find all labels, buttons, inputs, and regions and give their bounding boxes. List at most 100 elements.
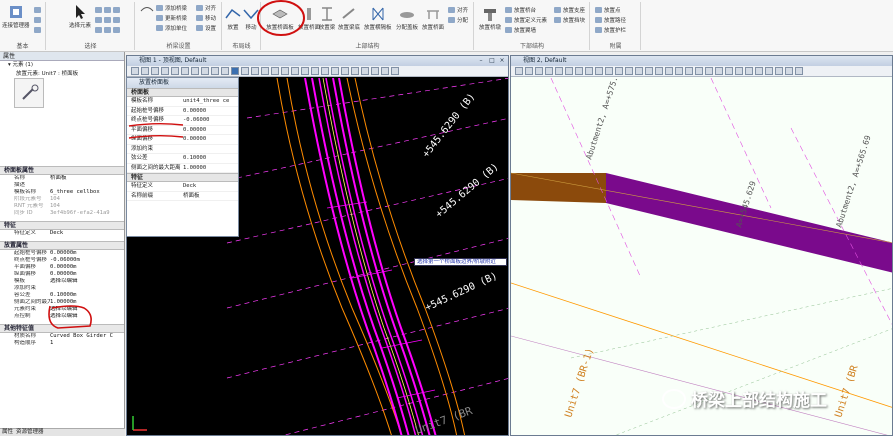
property-row[interactable]: 容公差 0.10000m: [0, 292, 124, 299]
view-tool-icon[interactable]: [181, 67, 189, 75]
place-pier-button[interactable]: 放置桥墩: [479, 6, 501, 31]
property-row[interactable]: 模板 选择以编辑: [0, 278, 124, 285]
view-1-close-button[interactable]: ×: [497, 57, 507, 65]
property-row[interactable]: 特征定义 Deck: [0, 230, 124, 237]
view-tool-icon[interactable]: [565, 67, 573, 75]
property-row[interactable]: 材质名称 Curved Box Girder C: [0, 333, 124, 340]
place-beam-bottom-button[interactable]: 放置梁底: [338, 6, 360, 31]
place-path-item[interactable]: 放置路径: [595, 16, 626, 24]
view-tool-icon[interactable]: [555, 67, 563, 75]
view-tool-icon[interactable]: [595, 67, 603, 75]
property-value[interactable]: 桥面板: [50, 175, 124, 182]
property-value[interactable]: [50, 285, 124, 292]
update-bridge-item[interactable]: 更新桥梁: [156, 14, 187, 22]
view-tool-icon[interactable]: [321, 67, 329, 75]
view-tool-icon[interactable]: [301, 67, 309, 75]
view-tool-icon[interactable]: [585, 67, 593, 75]
view-tool-icon[interactable]: [151, 67, 159, 75]
property-value[interactable]: 0.00000m: [50, 250, 124, 257]
place-bearing-item[interactable]: 放置支座: [554, 6, 585, 14]
property-value[interactable]: -0.06000: [183, 116, 238, 125]
property-row[interactable]: 名称前缀 桥面板: [127, 192, 238, 201]
property-row[interactable]: 阶段元素号 104: [0, 196, 124, 203]
layout-place-button[interactable]: 放置: [224, 6, 242, 31]
select-small-6[interactable]: [113, 26, 122, 34]
place-abutment-item[interactable]: 放置桥台: [505, 6, 536, 14]
view-1-maximize-button[interactable]: □: [487, 57, 497, 65]
property-value[interactable]: Curved Box Girder C: [50, 333, 124, 340]
element-sub[interactable]: 放置元素: Unit7 : 桥面板: [0, 70, 124, 78]
assign-cover-button[interactable]: 分配盖板: [396, 6, 418, 31]
view-tool-icon[interactable]: [695, 67, 703, 75]
view-tool-icon[interactable]: [141, 67, 149, 75]
view-tool-icon[interactable]: [371, 67, 379, 75]
super-align-item[interactable]: 对齐: [448, 6, 468, 14]
property-value[interactable]: [183, 145, 238, 154]
place-block-item[interactable]: 放置挡块: [554, 16, 585, 24]
property-value[interactable]: 0.10000: [183, 154, 238, 163]
place-railing-item[interactable]: 放置护栏: [595, 26, 626, 34]
view-1-minimize-button[interactable]: –: [476, 57, 486, 65]
view-tool-icon[interactable]: [525, 67, 533, 75]
view-tool-icon[interactable]: [725, 67, 733, 75]
view-tool-icon[interactable]: [341, 67, 349, 75]
property-row[interactable]: 添加约束: [127, 145, 238, 154]
view-tool-icon[interactable]: [381, 67, 389, 75]
align-item[interactable]: 对齐: [196, 4, 216, 12]
view-tool-icon[interactable]: [785, 67, 793, 75]
view-tool-icon[interactable]: [281, 67, 289, 75]
property-row[interactable]: 名称 桥面板: [0, 175, 124, 182]
view-tool-icon[interactable]: [615, 67, 623, 75]
view-tool-icon[interactable]: [311, 67, 319, 75]
view-tool-icon[interactable]: [705, 67, 713, 75]
view-tool-icon[interactable]: [211, 67, 219, 75]
dialog-section-deck[interactable]: 桥面板: [127, 88, 238, 97]
tab-properties[interactable]: 属性: [2, 429, 13, 436]
property-value[interactable]: [50, 182, 124, 189]
property-row[interactable]: RNT 元素号 104: [0, 203, 124, 210]
view-tool-icon[interactable]: [765, 67, 773, 75]
view-tool-icon[interactable]: [361, 67, 369, 75]
property-value[interactable]: 0.00000m: [50, 271, 124, 278]
property-value[interactable]: 0.00000: [183, 107, 238, 116]
property-value[interactable]: 桥面板: [183, 192, 238, 201]
view-tool-icon[interactable]: [545, 67, 553, 75]
property-row[interactable]: 侧面之间的最大距离 1.00000: [127, 164, 238, 173]
property-value[interactable]: unit4_three ce: [183, 97, 238, 106]
add-bridge-item[interactable]: 添加桥梁: [156, 4, 187, 12]
section-feature[interactable]: 特征: [0, 221, 124, 230]
select-small-3[interactable]: [95, 26, 113, 34]
select-small-5[interactable]: [113, 16, 122, 24]
view-tool-icon[interactable]: [241, 67, 249, 75]
view-tool-icon[interactable]: [735, 67, 743, 75]
add-unit-item[interactable]: 添加单位: [156, 24, 187, 32]
property-row[interactable]: 起始桩号偏移 0.00000m: [0, 250, 124, 257]
view-tool-icon[interactable]: [685, 67, 693, 75]
tab-explorer[interactable]: 资源管理器: [16, 429, 44, 436]
place-wingwall-item[interactable]: 放置翼墙: [505, 26, 536, 34]
view-tool-icon[interactable]: [795, 67, 803, 75]
view-tool-icon[interactable]: [251, 67, 259, 75]
property-row[interactable]: 模板名称 6_three cellbox: [0, 189, 124, 196]
view-tool-icon[interactable]: [745, 67, 753, 75]
setup-item[interactable]: 设置: [196, 24, 216, 32]
property-value[interactable]: 选择以编辑: [50, 278, 124, 285]
view-tool-icon[interactable]: [645, 67, 653, 75]
view-tool-icon[interactable]: [755, 67, 763, 75]
view-tool-icon[interactable]: [191, 67, 199, 75]
property-value[interactable]: 104: [50, 203, 124, 210]
move-item[interactable]: 移动: [196, 14, 216, 22]
view-tool-icon[interactable]: [665, 67, 673, 75]
select-small-2[interactable]: [95, 16, 113, 24]
place-beam-button[interactable]: 放置梁: [318, 6, 336, 31]
select-element-button[interactable]: 选择元素: [69, 4, 91, 29]
property-value[interactable]: 1.00000: [183, 164, 238, 173]
view-tool-icon[interactable]: [715, 67, 723, 75]
property-row[interactable]: 添加约束: [0, 285, 124, 292]
view-tool-icon[interactable]: [655, 67, 663, 75]
view-tool-icon[interactable]: [271, 67, 279, 75]
view-tool-icon[interactable]: [605, 67, 613, 75]
property-value[interactable]: -0.06000m: [50, 257, 124, 264]
place-point-item[interactable]: 放置点: [595, 6, 621, 14]
property-row[interactable]: 同步 ID 3ef4b96f-efa2-41a9: [0, 210, 124, 217]
